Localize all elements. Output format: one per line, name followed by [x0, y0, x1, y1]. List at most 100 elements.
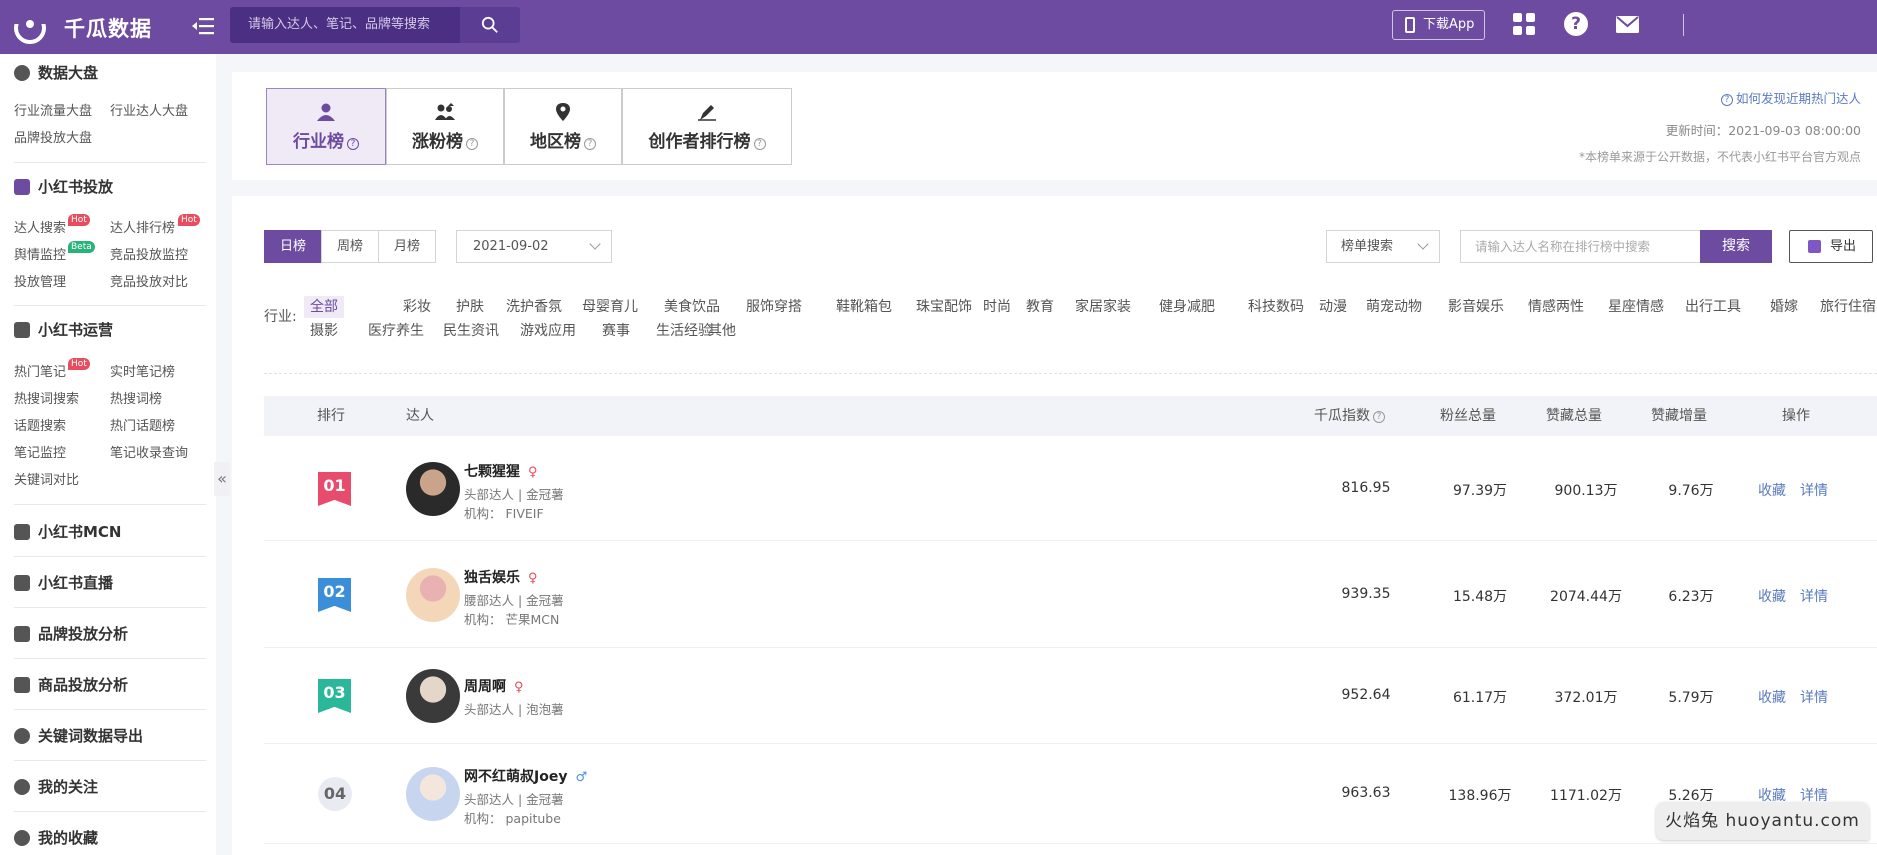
info-icon[interactable]: ?	[584, 138, 596, 150]
collect-link[interactable]: 收藏	[1758, 687, 1786, 707]
industry-chip[interactable]: 民生资讯	[437, 320, 505, 342]
help-icon[interactable]: ?	[1564, 12, 1588, 36]
sidebar-section-xhs-ads[interactable]: 小红书投放	[14, 176, 113, 198]
industry-chip[interactable]: 婚嫁	[1764, 296, 1804, 318]
industry-chip[interactable]: 赛事	[596, 320, 636, 342]
industry-chip[interactable]: 护肤	[450, 296, 490, 318]
sidebar-item-industry-traffic[interactable]: 行业流量大盘	[14, 100, 92, 119]
talent-name[interactable]: 网不红萌叔Joey ♂	[464, 766, 587, 786]
industry-chip[interactable]: 游戏应用	[514, 320, 582, 342]
column-header-index[interactable]: 千瓜指数?	[1314, 396, 1385, 436]
avatar[interactable]	[406, 568, 460, 622]
sidebar-section-keyword-export[interactable]: 关键词数据导出	[14, 725, 143, 747]
list-search-type-select[interactable]: 榜单搜索	[1326, 230, 1440, 263]
industry-chip[interactable]: 时尚	[977, 296, 1017, 318]
talent-name[interactable]: 周周啊 ♀	[464, 676, 524, 696]
industry-chip[interactable]: 医疗养生	[362, 320, 430, 342]
industry-chip[interactable]: 出行工具	[1679, 296, 1747, 318]
tab-fans-growth-rank[interactable]: 涨粉榜?	[386, 88, 504, 165]
sidebar-item-ad-management[interactable]: 投放管理	[14, 271, 66, 290]
period-monthly[interactable]: 月榜	[378, 230, 436, 263]
brand-name[interactable]: 千瓜数据	[64, 13, 152, 43]
export-button[interactable]: 导出	[1789, 230, 1873, 263]
industry-chip[interactable]: 星座情感	[1602, 296, 1670, 318]
industry-chip[interactable]: 珠宝配饰	[910, 296, 978, 318]
sidebar-collapse-button[interactable]: «	[214, 462, 230, 496]
tab-creator-rank[interactable]: 创作者排行榜?	[622, 88, 792, 165]
sidebar-item-hot-search-rank[interactable]: 热搜词榜	[110, 388, 162, 407]
sidebar-section-my-follow[interactable]: 我的关注	[14, 776, 98, 798]
tab-region-rank[interactable]: 地区榜?	[504, 88, 622, 165]
date-picker[interactable]: 2021-09-02	[456, 230, 612, 263]
industry-chip[interactable]: 影音娱乐	[1442, 296, 1510, 318]
sidebar-item-competitor-monitor[interactable]: 竞品投放监控	[110, 244, 188, 263]
sidebar-item-hot-notes[interactable]: 热门笔记	[14, 361, 66, 380]
info-icon[interactable]: ?	[753, 138, 766, 150]
avatar[interactable]	[406, 767, 460, 821]
collect-link[interactable]: 收藏	[1758, 480, 1786, 500]
industry-chip[interactable]: 家居家装	[1069, 296, 1137, 318]
sidebar-section-mcn[interactable]: 小红书MCN	[14, 521, 122, 543]
avatar[interactable]	[406, 669, 460, 723]
industry-chip[interactable]: 科技数码	[1242, 296, 1310, 318]
avatar[interactable]	[406, 462, 460, 516]
industry-chip[interactable]: 服饰穿搭	[740, 296, 808, 318]
sidebar-item-keyword-compare[interactable]: 关键词对比	[14, 469, 79, 488]
column-header-fans[interactable]: 粉丝总量	[1440, 396, 1496, 436]
period-daily[interactable]: 日榜	[264, 230, 322, 263]
detail-link[interactable]: 详情	[1800, 480, 1828, 500]
sidebar-item-industry-talent[interactable]: 行业达人大盘	[110, 100, 188, 119]
sidebar-item-talent-ranking[interactable]: 达人排行榜	[110, 217, 175, 236]
period-weekly[interactable]: 周榜	[321, 230, 379, 263]
sidebar-section-goods-analysis[interactable]: 商品投放分析	[14, 674, 128, 696]
global-search-button[interactable]	[460, 7, 520, 43]
industry-chip[interactable]: 摄影	[304, 320, 344, 342]
sidebar-item-talent-search[interactable]: 达人搜索	[14, 217, 66, 236]
apps-grid-icon[interactable]	[1512, 12, 1536, 36]
industry-chip[interactable]: 鞋靴箱包	[830, 296, 898, 318]
sidebar-section-dashboard[interactable]: 数据大盘	[14, 62, 98, 84]
industry-chip[interactable]: 动漫	[1313, 296, 1353, 318]
industry-chip[interactable]: 彩妆	[397, 296, 437, 318]
sidebar-item-topic-search[interactable]: 话题搜索	[14, 415, 66, 434]
sidebar-item-sentiment[interactable]: 舆情监控	[14, 244, 66, 263]
info-icon[interactable]: ?	[466, 138, 478, 150]
sidebar-item-hot-search[interactable]: 热搜词搜索	[14, 388, 79, 407]
sidebar-item-brand-ads[interactable]: 品牌投放大盘	[14, 127, 92, 146]
sidebar-item-realtime-notes[interactable]: 实时笔记榜	[110, 361, 175, 380]
download-app-button[interactable]: 下载App	[1392, 10, 1485, 40]
industry-chip[interactable]: 美食饮品	[658, 296, 726, 318]
sidebar-item-note-index[interactable]: 笔记收录查询	[110, 442, 188, 461]
how-to-discover-link[interactable]: ? 如何发现近期热门达人	[1720, 88, 1861, 107]
sidebar-section-xhs-ops[interactable]: 小红书运营	[14, 319, 113, 341]
sidebar-section-live[interactable]: 小红书直播	[14, 572, 113, 594]
industry-chip[interactable]: 健身减肥	[1153, 296, 1221, 318]
sidebar-section-my-favorites[interactable]: 我的收藏	[14, 827, 98, 849]
industry-chip[interactable]: 教育	[1020, 296, 1060, 318]
detail-link[interactable]: 详情	[1800, 687, 1828, 707]
global-search-input[interactable]: 请输入达人、笔记、品牌等搜索	[230, 7, 460, 43]
column-header-likes[interactable]: 赞藏总量	[1546, 396, 1602, 436]
industry-chip[interactable]: 其他	[702, 320, 742, 342]
industry-chip[interactable]: 全部	[304, 296, 344, 318]
industry-chip[interactable]: 母婴育儿	[576, 296, 644, 318]
list-search-button[interactable]: 搜索	[1700, 230, 1772, 263]
sidebar-item-competitor-compare[interactable]: 竞品投放对比	[110, 271, 188, 290]
industry-chip[interactable]: 情感两性	[1522, 296, 1590, 318]
collect-link[interactable]: 收藏	[1758, 586, 1786, 606]
sidebar-section-brand-analysis[interactable]: 品牌投放分析	[14, 623, 128, 645]
column-header-likes-increase[interactable]: 赞藏增量	[1651, 396, 1707, 436]
talent-name[interactable]: 独舌娱乐 ♀	[464, 567, 538, 587]
info-icon[interactable]: ?	[347, 138, 359, 150]
industry-chip[interactable]: 洗护香氛	[500, 296, 568, 318]
mail-icon[interactable]	[1616, 16, 1639, 33]
industry-chip[interactable]: 萌宠动物	[1360, 296, 1428, 318]
sidebar-item-note-monitor[interactable]: 笔记监控	[14, 442, 66, 461]
menu-toggle-icon[interactable]	[192, 16, 214, 36]
sidebar-item-hot-topics[interactable]: 热门话题榜	[110, 415, 175, 434]
industry-chip[interactable]: 旅行住宿	[1814, 296, 1877, 318]
list-search-input[interactable]: 请输入达人名称在排行榜中搜索	[1460, 230, 1700, 263]
tab-industry-rank[interactable]: 行业榜?	[266, 88, 386, 165]
talent-name[interactable]: 七颗猩猩 ♀	[464, 461, 538, 481]
detail-link[interactable]: 详情	[1800, 586, 1828, 606]
